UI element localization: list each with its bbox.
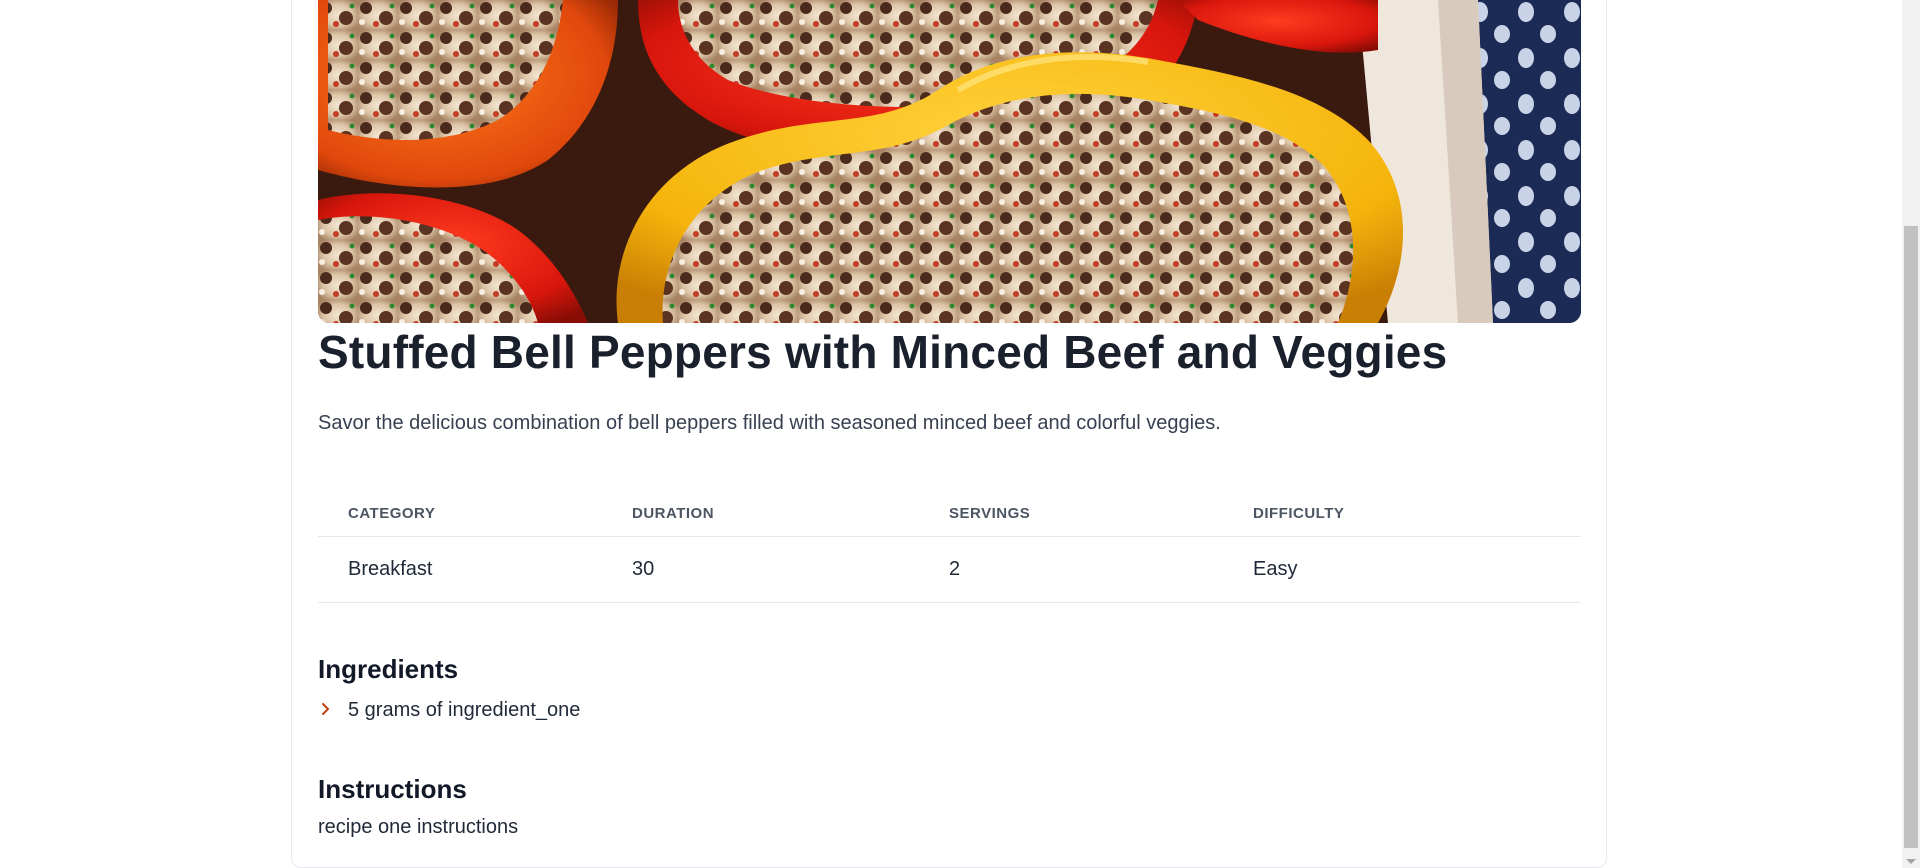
value-difficulty: Easy (1253, 536, 1581, 603)
vertical-scrollbar[interactable] (1902, 0, 1920, 868)
ingredient-text: 5 grams of ingredient_one (348, 698, 581, 721)
value-servings: 2 (949, 536, 1253, 603)
recipe-description: Savor the delicious combination of bell … (318, 412, 1221, 434)
list-item: 5 grams of ingredient_one (318, 696, 580, 724)
page-viewport: Stuffed Bell Peppers with Minced Beef an… (0, 0, 1920, 868)
scroll-down-arrow-icon[interactable] (1906, 859, 1916, 864)
recipe-image (318, 0, 1581, 323)
instructions-text: recipe one instructions (318, 816, 519, 838)
value-category: Breakfast (318, 536, 632, 603)
ingredients-heading: Ingredients (318, 654, 459, 684)
scrollbar-thumb[interactable] (1904, 226, 1918, 848)
ingredients-list: 5 grams of ingredient_one (318, 696, 580, 724)
recipe-title: Stuffed Bell Peppers with Minced Beef an… (318, 326, 1448, 378)
recipe-meta-table: CATEGORY DURATION SERVINGS DIFFICULTY Br… (318, 490, 1581, 603)
meta-value-row: Breakfast 30 2 Easy (318, 536, 1581, 603)
header-servings: SERVINGS (949, 490, 1253, 537)
header-duration: DURATION (632, 490, 949, 537)
meta-header-row: CATEGORY DURATION SERVINGS DIFFICULTY (318, 490, 1581, 537)
header-category: CATEGORY (318, 490, 632, 537)
instructions-heading: Instructions (318, 774, 467, 804)
value-duration: 30 (632, 536, 949, 603)
chevron-right-icon (318, 700, 348, 720)
header-difficulty: DIFFICULTY (1253, 490, 1581, 537)
